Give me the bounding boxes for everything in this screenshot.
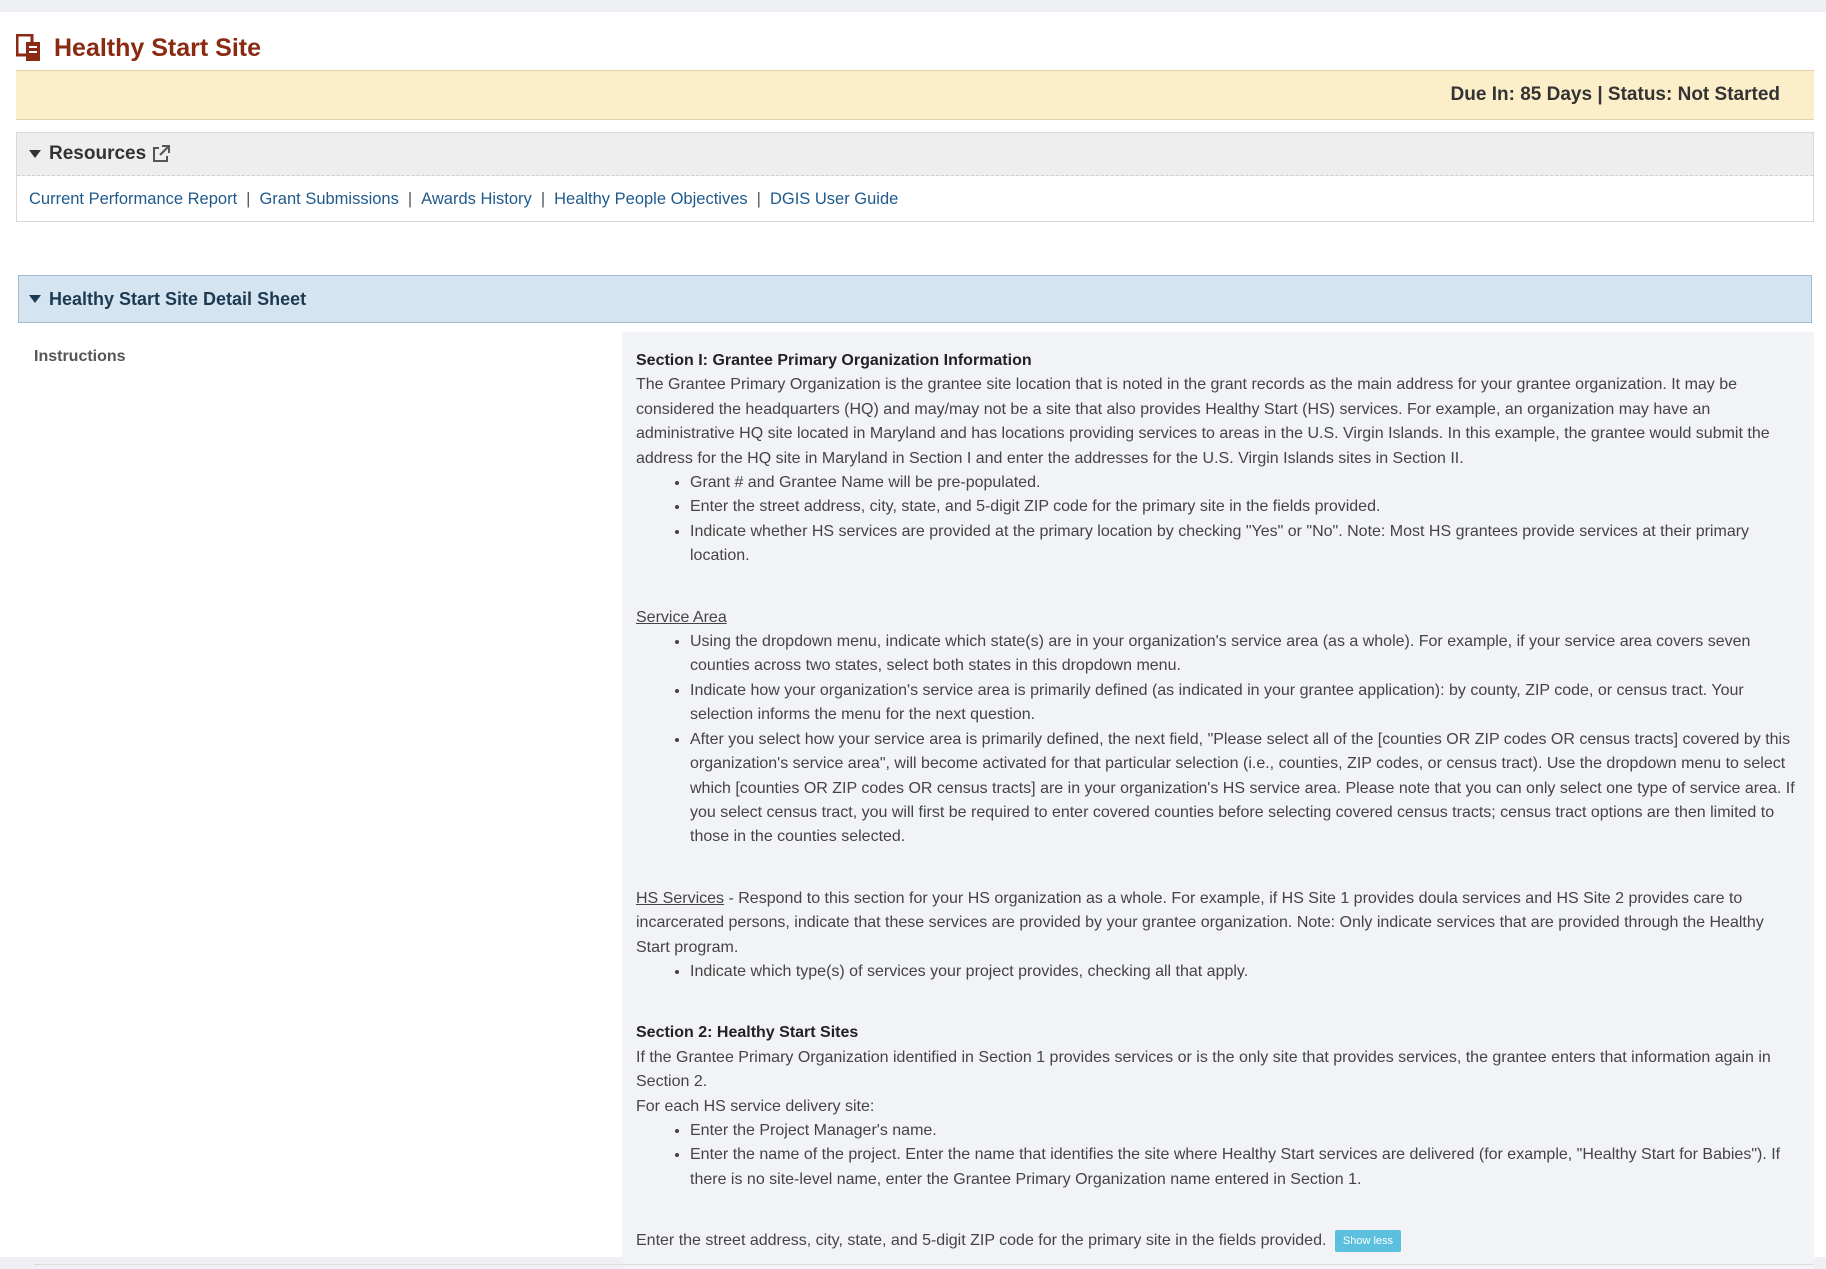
detail-sheet-title: Healthy Start Site Detail Sheet <box>49 288 307 309</box>
show-less-button[interactable]: Show less <box>1334 1230 1402 1253</box>
hs-services-paragraph: HS Services - Respond to this section fo… <box>636 887 1800 960</box>
link-separator: | <box>756 189 761 208</box>
instructions-label: Instructions <box>34 348 126 365</box>
section2-paragraph: If the Grantee Primary Organization iden… <box>636 1048 1771 1091</box>
divider <box>34 1264 1814 1265</box>
hs-services-list: Indicate which type(s) of services your … <box>636 960 1800 984</box>
list-item: Enter the name of the project. Enter the… <box>690 1143 1800 1192</box>
link-awards-history[interactable]: Awards History <box>421 190 532 209</box>
list-item: Indicate whether HS services are provide… <box>690 520 1800 569</box>
link-separator: | <box>540 189 546 208</box>
list-item: Enter the Project Manager's name. <box>690 1119 1800 1143</box>
due-status-text: Due In: 85 Days | Status: Not Started <box>1450 84 1780 105</box>
detail-sheet-toggle[interactable]: Healthy Start Site Detail Sheet <box>18 275 1812 323</box>
section2-heading: Section 2: Healthy Start Sites <box>636 1024 859 1042</box>
list-item: Indicate which type(s) of services your … <box>690 960 1800 984</box>
list-item: Grant # and Grantee Name will be pre-pop… <box>690 471 1800 495</box>
link-healthy-people-objectives[interactable]: Healthy People Objectives <box>554 190 748 209</box>
resources-links: Current Performance Report | Grant Submi… <box>17 176 1813 222</box>
link-separator: | <box>407 189 413 208</box>
final-text: Enter the street address, city, state, a… <box>636 1232 1327 1250</box>
section1-paragraph: The Grantee Primary Organization is the … <box>636 376 1770 467</box>
list-item: Enter the street address, city, state, a… <box>690 495 1800 519</box>
section2-list: Enter the Project Manager's name. Enter … <box>636 1119 1800 1192</box>
resources-title: Resources <box>49 143 147 164</box>
page-title: Healthy Start Site <box>54 33 262 62</box>
section1-list: Grant # and Grantee Name will be pre-pop… <box>636 471 1800 569</box>
list-item: After you select how your service area i… <box>690 728 1800 850</box>
section1-heading: Section I: Grantee Primary Organization … <box>636 352 1032 369</box>
resources-toggle[interactable]: Resources <box>17 133 1813 176</box>
link-grant-submissions[interactable]: Grant Submissions <box>259 190 398 209</box>
instructions-content: Section I: Grantee Primary Organization … <box>622 332 1814 1269</box>
list-item: Indicate how your organization's service… <box>690 679 1800 728</box>
hs-services-text: - Respond to this section for your HS or… <box>636 889 1764 956</box>
link-current-performance-report[interactable]: Current Performance Report <box>29 190 237 209</box>
page: Healthy Start Site Due In: 85 Days | Sta… <box>0 12 1826 1269</box>
list-item: Using the dropdown menu, indicate which … <box>690 630 1800 679</box>
service-area-list: Using the dropdown menu, indicate which … <box>636 630 1800 850</box>
external-link-icon[interactable] <box>152 145 171 163</box>
final-paragraph: Enter the street address, city, state, a… <box>636 1229 1800 1253</box>
page-header: Healthy Start Site <box>16 24 261 72</box>
caret-down-icon <box>29 295 41 303</box>
document-copy-icon <box>16 34 40 61</box>
link-dgis-user-guide[interactable]: DGIS User Guide <box>770 190 898 209</box>
status-bar: Due In: 85 Days | Status: Not Started <box>16 70 1814 120</box>
section2-subheading: For each HS service delivery site: <box>636 1097 875 1115</box>
hs-services-heading: HS Services <box>636 889 725 907</box>
caret-down-icon <box>29 150 41 158</box>
link-separator: | <box>246 189 251 208</box>
resources-panel: Resources Current Performance Report | G… <box>16 132 1814 222</box>
service-area-heading: Service Area <box>636 608 727 626</box>
